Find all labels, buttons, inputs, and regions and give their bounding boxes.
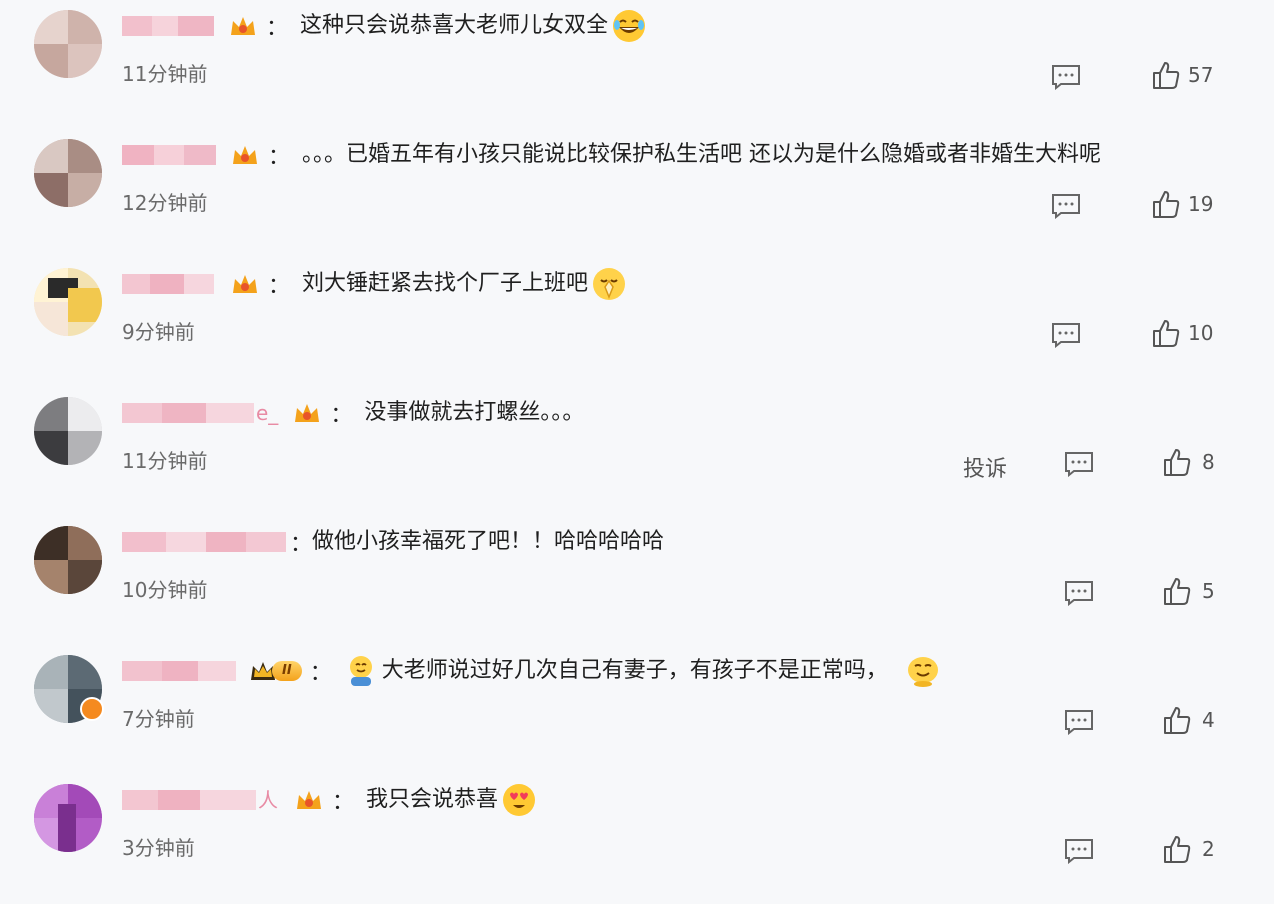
comment-item: ： 这种只会说恭喜大老师儿女双全 11分钟前 57 xyxy=(0,0,1274,129)
like-thumb-icon[interactable] xyxy=(1163,447,1191,477)
comment-text: 刘大锤赶紧去找个厂子上班吧 xyxy=(302,271,589,296)
comment-time: 9分钟前 xyxy=(122,320,195,344)
smirk-emoji-icon xyxy=(906,654,940,688)
like-count: 57 xyxy=(1188,63,1214,87)
username-mosaic xyxy=(122,16,214,36)
report-button[interactable]: 投诉 xyxy=(963,451,1007,483)
reply-icon[interactable] xyxy=(1064,838,1094,865)
colon: ： xyxy=(268,145,291,170)
avatar[interactable] xyxy=(34,526,102,594)
username[interactable]: ： 做他小孩幸福死了吧！！哈哈哈哈哈 xyxy=(122,529,665,557)
like-thumb-icon[interactable] xyxy=(1163,834,1191,864)
reply-icon[interactable] xyxy=(1051,64,1081,91)
colon: ： xyxy=(330,403,353,428)
like-thumb-icon[interactable] xyxy=(1163,576,1191,606)
username-mosaic xyxy=(122,274,214,294)
avatar[interactable] xyxy=(34,784,102,852)
vip-crown-icon xyxy=(294,787,324,813)
like-count: 19 xyxy=(1188,192,1214,216)
comment-time: 7分钟前 xyxy=(122,707,195,731)
comment-time: 11分钟前 xyxy=(122,449,208,473)
comment-text: 。。。已婚五年有小孩只能说比较保护私生活吧 还以为是什么隐婚或者非婚生大料呢 xyxy=(302,142,1102,167)
vip-crown-icon xyxy=(292,400,322,426)
comment-time: 12分钟前 xyxy=(122,191,208,215)
username[interactable]: 人 ： 我只会说恭喜 xyxy=(122,784,536,816)
comment-item: ： 刘大锤赶紧去找个厂子上班吧 9分钟前 10 xyxy=(0,258,1274,387)
avatar[interactable] xyxy=(34,397,102,465)
reply-icon[interactable] xyxy=(1064,709,1094,736)
avatar[interactable] xyxy=(34,10,102,78)
comment-text: 没事做就去打螺丝。。。 xyxy=(364,400,585,425)
like-count: 4 xyxy=(1202,708,1215,732)
like-count: 8 xyxy=(1202,450,1215,474)
comment-item: ： 。。。已婚五年有小孩只能说比较保护私生活吧 还以为是什么隐婚或者非婚生大料呢… xyxy=(0,129,1274,258)
username-mosaic xyxy=(122,661,236,681)
username-mosaic xyxy=(122,790,256,810)
comment-time: 3分钟前 xyxy=(122,836,195,860)
vip-crown-icon xyxy=(230,142,260,168)
comment-time: 11分钟前 xyxy=(122,62,208,86)
username-suffix: 人 xyxy=(258,788,278,812)
like-thumb-icon[interactable] xyxy=(1163,705,1191,735)
username-suffix: e_ xyxy=(256,401,279,425)
colon: ： xyxy=(309,661,332,686)
username-mosaic xyxy=(122,145,216,165)
username-mosaic xyxy=(122,403,254,423)
username-mosaic xyxy=(122,532,286,552)
username[interactable]: ： 刘大锤赶紧去找个厂子上班吧 xyxy=(122,268,626,300)
comment-item: II ： 大老师说过好几次自己有妻子，有孩子不是正常吗， 7分钟前 4 xyxy=(0,645,1274,774)
reply-icon[interactable] xyxy=(1064,451,1094,478)
comment-item: e_ ： 没事做就去打螺丝。。。 11分钟前 投诉 8 xyxy=(0,387,1274,516)
comment-text: 做他小孩幸福死了吧！！哈哈哈哈哈 xyxy=(312,529,665,554)
username[interactable]: ： 这种只会说恭喜大老师儿女双全 xyxy=(122,10,646,42)
like-thumb-icon[interactable] xyxy=(1152,60,1180,90)
avatar[interactable] xyxy=(34,655,104,723)
level-label: II xyxy=(272,661,302,681)
online-badge xyxy=(80,697,104,721)
comment-text: 大老师说过好几次自己有妻子，有孩子不是正常吗， xyxy=(381,658,888,683)
colon: ： xyxy=(266,16,289,41)
reply-icon[interactable] xyxy=(1051,193,1081,220)
comment-item: 人 ： 我只会说恭喜 3分钟前 2 xyxy=(0,774,1274,903)
reply-icon[interactable] xyxy=(1051,322,1081,349)
colon: ： xyxy=(332,790,355,815)
username[interactable]: II ： 大老师说过好几次自己有妻子，有孩子不是正常吗， xyxy=(122,656,940,687)
level-badge: II xyxy=(248,658,302,684)
colon: ： xyxy=(268,274,291,299)
colon: ： xyxy=(290,532,313,557)
username[interactable]: ： 。。。已婚五年有小孩只能说比较保护私生活吧 还以为是什么隐婚或者非婚生大料呢 xyxy=(122,142,1102,170)
like-thumb-icon[interactable] xyxy=(1152,189,1180,219)
like-count: 5 xyxy=(1202,579,1215,603)
like-count: 2 xyxy=(1202,837,1215,861)
avatar[interactable] xyxy=(34,139,102,207)
username[interactable]: e_ ： 没事做就去打螺丝。。。 xyxy=(122,400,585,428)
comment-time: 10分钟前 xyxy=(122,578,208,602)
reply-icon[interactable] xyxy=(1064,580,1094,607)
like-thumb-icon[interactable] xyxy=(1152,318,1180,348)
vip-crown-icon xyxy=(228,13,258,39)
like-count: 10 xyxy=(1188,321,1214,345)
comment-text: 我只会说恭喜 xyxy=(366,787,499,812)
heart-eyes-emoji-icon xyxy=(502,783,536,817)
vip-crown-icon xyxy=(230,271,260,297)
avatar[interactable] xyxy=(34,268,102,336)
laugh-tears-emoji-icon xyxy=(612,9,646,43)
hug-emoji-icon xyxy=(344,654,378,688)
comment-item: ： 做他小孩幸福死了吧！！哈哈哈哈哈 10分钟前 5 xyxy=(0,516,1274,645)
comment-text: 这种只会说恭喜大老师儿女双全 xyxy=(300,13,609,38)
blessing-emoji-icon xyxy=(592,267,626,301)
